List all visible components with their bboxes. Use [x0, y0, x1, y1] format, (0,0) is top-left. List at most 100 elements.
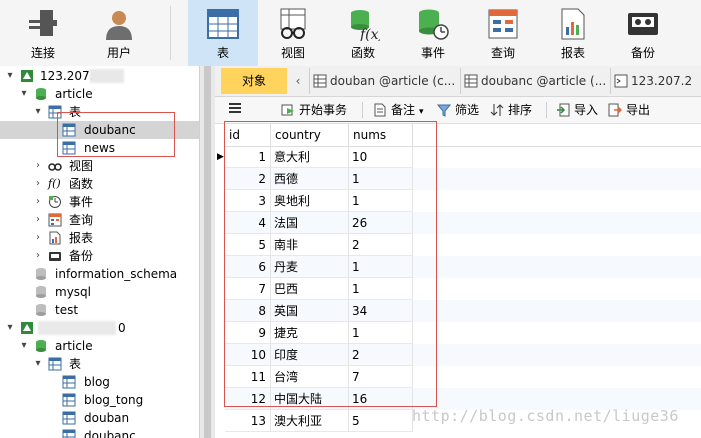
tree-item-backups[interactable]: › 备份 — [0, 247, 199, 265]
tree-scrollbar[interactable] — [199, 66, 216, 438]
cell-country[interactable]: 中国大陆 — [271, 388, 349, 410]
toolbar-table-button[interactable]: 表 — [188, 0, 258, 66]
tree-item-database-article[interactable]: ▾ article — [0, 85, 199, 103]
cell-nums[interactable]: 1 — [349, 190, 413, 212]
cell-country[interactable]: 英国 — [271, 300, 349, 322]
chevron-down-icon[interactable]: ▾ — [5, 67, 15, 85]
cell-country[interactable]: 南非 — [271, 234, 349, 256]
cell-nums[interactable]: 5 — [349, 410, 413, 432]
table-row[interactable]: 5 南非 2 — [225, 234, 701, 256]
tree-item-database-test[interactable]: test — [0, 301, 199, 319]
cell-country[interactable]: 意大利 — [271, 146, 349, 168]
cell-nums[interactable]: 7 — [349, 366, 413, 388]
cell-id[interactable]: 13 — [225, 410, 271, 432]
tab-doubanc[interactable]: doubanc @article (... — [460, 68, 621, 94]
chevron-right-icon[interactable]: › — [33, 211, 43, 229]
cell-nums[interactable]: 26 — [349, 212, 413, 234]
column-header-nums[interactable]: nums — [349, 124, 413, 146]
chevron-down-icon[interactable]: ▾ — [33, 103, 43, 121]
cell-id[interactable]: 11 — [225, 366, 271, 388]
cell-nums[interactable]: 10 — [349, 146, 413, 168]
cell-id[interactable]: 2 — [225, 168, 271, 190]
begin-transaction-button[interactable]: 开始事务 — [281, 101, 347, 119]
menu-icon[interactable] — [228, 101, 244, 119]
tree-item-views[interactable]: › 视图 — [0, 157, 199, 175]
cell-id[interactable]: 1 — [225, 146, 271, 168]
chevron-right-icon[interactable]: › — [33, 175, 43, 193]
table-row[interactable]: 1 意大利 10 — [225, 146, 701, 168]
tree-item-database-mysql[interactable]: mysql — [0, 283, 199, 301]
toolbar-event-button[interactable]: 事件 — [400, 0, 466, 66]
cell-nums[interactable]: 34 — [349, 300, 413, 322]
tree-item-table-news[interactable]: news — [0, 139, 199, 157]
tree-item-database-information-schema[interactable]: information_schema — [0, 265, 199, 283]
cell-id[interactable]: 9 — [225, 322, 271, 344]
cell-nums[interactable]: 2 — [349, 344, 413, 366]
cell-nums[interactable]: 2 — [349, 234, 413, 256]
table-row[interactable]: 9 捷克 1 — [225, 322, 701, 344]
column-header-id[interactable]: id — [225, 124, 271, 146]
tab-console[interactable]: 123.207.2 — [610, 68, 701, 94]
cell-country[interactable]: 奥地利 — [271, 190, 349, 212]
chevron-down-icon[interactable]: ▾ — [33, 355, 43, 373]
tree-item-connection[interactable]: ▾ 0 — [0, 319, 199, 337]
chevron-down-icon[interactable]: ▾ — [5, 319, 15, 337]
tree-item-events[interactable]: › 事件 — [0, 193, 199, 211]
import-button[interactable]: 导入 — [556, 101, 598, 119]
cell-id[interactable]: 6 — [225, 256, 271, 278]
cell-nums[interactable]: 1 — [349, 322, 413, 344]
table-row[interactable]: 7 巴西 1 — [225, 278, 701, 300]
filter-button[interactable]: 筛选 — [437, 101, 479, 119]
cell-nums[interactable]: 1 — [349, 256, 413, 278]
toolbar-backup-button[interactable]: 备份 — [610, 0, 676, 66]
tree-item-table-blog-tong[interactable]: blog_tong — [0, 391, 199, 409]
table-row[interactable]: 3 奥地利 1 — [225, 190, 701, 212]
chevron-right-icon[interactable]: › — [33, 229, 43, 247]
table-row[interactable]: 6 丹麦 1 — [225, 256, 701, 278]
column-header-country[interactable]: country — [271, 124, 349, 146]
chevron-down-icon[interactable]: ▾ — [19, 337, 29, 355]
table-row[interactable]: 2 西德 1 — [225, 168, 701, 190]
tab-douban[interactable]: douban @article (c... — [309, 68, 476, 94]
tree-item-database-article[interactable]: ▾ article — [0, 337, 199, 355]
table-row[interactable]: 10 印度 2 — [225, 344, 701, 366]
tab-objects[interactable]: 对象 — [221, 68, 287, 94]
tree-item-reports[interactable]: › 报表 — [0, 229, 199, 247]
cell-id[interactable]: 12 — [225, 388, 271, 410]
toolbar-function-button[interactable]: f(x) 函数 — [330, 0, 396, 66]
chevron-left-icon[interactable]: ‹ — [291, 70, 305, 92]
sort-button[interactable]: 排序 — [490, 101, 532, 119]
cell-country[interactable]: 西德 — [271, 168, 349, 190]
toolbar-user-button[interactable]: 用户 — [86, 0, 152, 66]
tree-item-functions[interactable]: › f() 函数 — [0, 175, 199, 193]
cell-country[interactable]: 澳大利亚 — [271, 410, 349, 432]
cell-nums[interactable]: 16 — [349, 388, 413, 410]
cell-id[interactable]: 10 — [225, 344, 271, 366]
tree-item-queries[interactable]: › 查询 — [0, 211, 199, 229]
chevron-right-icon[interactable]: › — [33, 247, 43, 265]
cell-nums[interactable]: 1 — [349, 168, 413, 190]
tree-item-table-blog[interactable]: blog — [0, 373, 199, 391]
scrollbar-thumb[interactable] — [204, 66, 211, 438]
tree-item-tables-folder[interactable]: ▾ 表 — [0, 355, 199, 373]
export-button[interactable]: 导出 — [608, 101, 650, 119]
toolbar-report-button[interactable]: 报表 — [540, 0, 606, 66]
toolbar-connect-button[interactable]: 连接 — [10, 0, 76, 66]
toolbar-query-button[interactable]: 查询 — [470, 0, 536, 66]
cell-country[interactable]: 巴西 — [271, 278, 349, 300]
cell-id[interactable]: 4 — [225, 212, 271, 234]
cell-id[interactable]: 7 — [225, 278, 271, 300]
tree-item-tables-folder[interactable]: ▾ 表 — [0, 103, 199, 121]
table-row[interactable]: 4 法国 26 — [225, 212, 701, 234]
tree-item-table-douban[interactable]: douban — [0, 409, 199, 427]
cell-country[interactable]: 印度 — [271, 344, 349, 366]
chevron-down-icon[interactable]: ▾ — [19, 85, 29, 103]
cell-nums[interactable]: 1 — [349, 278, 413, 300]
memo-button[interactable]: 备注 ▾ — [373, 101, 424, 119]
table-row[interactable]: 11 台湾 7 — [225, 366, 701, 388]
cell-id[interactable]: 3 — [225, 190, 271, 212]
cell-id[interactable]: 5 — [225, 234, 271, 256]
cell-country[interactable]: 捷克 — [271, 322, 349, 344]
cell-id[interactable]: 8 — [225, 300, 271, 322]
table-row[interactable]: 8 英国 34 — [225, 300, 701, 322]
